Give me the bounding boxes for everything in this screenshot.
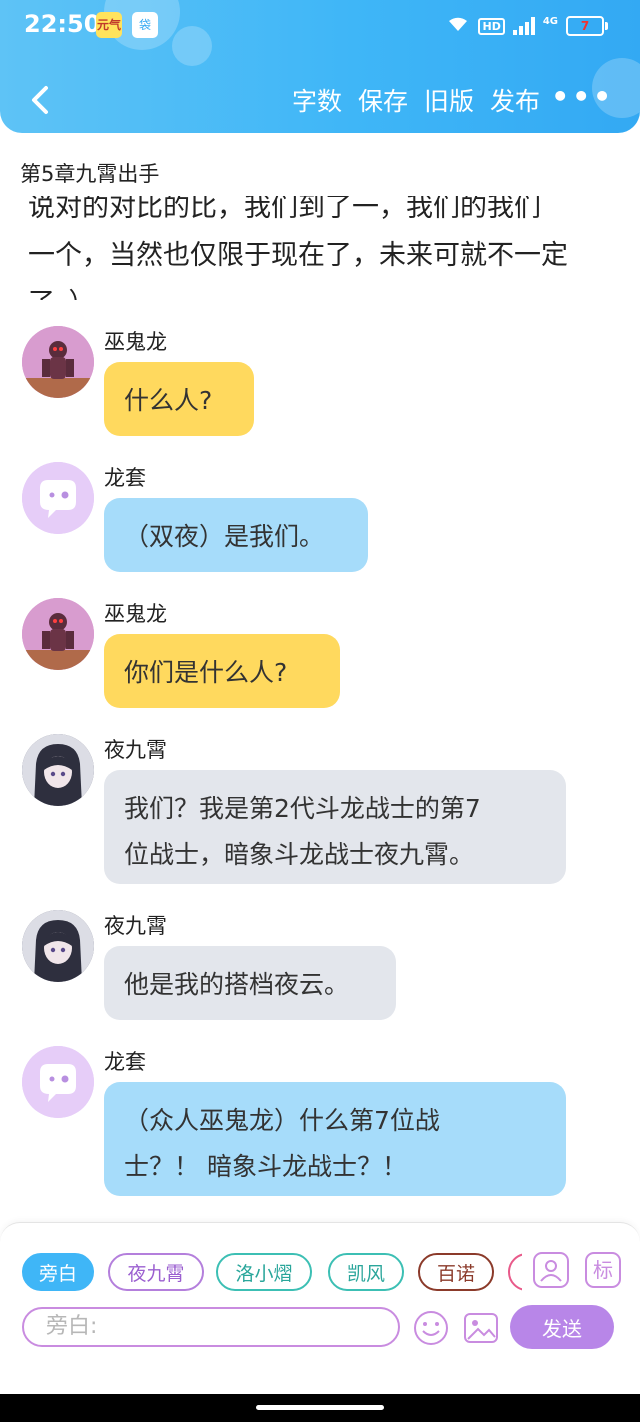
- sender-name: 夜九霄: [104, 738, 167, 762]
- narration-line: 一个，当然也仅限于现在了，未来可就不一定: [28, 240, 568, 271]
- word-count-button[interactable]: 字数: [292, 82, 342, 118]
- shopping-bag-icon: 袋: [132, 12, 158, 38]
- role-chips: 旁白 夜九霄 洛小熠 凯风 百诺: [22, 1253, 522, 1293]
- smiley-icon[interactable]: [412, 1309, 450, 1347]
- girl-avatar: [22, 734, 94, 806]
- status-time: 22:50: [24, 10, 101, 38]
- message-input[interactable]: 旁白:: [22, 1307, 400, 1347]
- chat-bubble-avatar: [22, 462, 94, 534]
- role-chip-luo-xiaoyi[interactable]: 洛小熠: [216, 1253, 312, 1291]
- send-button[interactable]: 发送: [510, 1305, 614, 1349]
- tag-button[interactable]: 标: [584, 1251, 622, 1289]
- publish-button[interactable]: 发布: [490, 82, 540, 118]
- signal-icon: [512, 17, 535, 35]
- sender-name: 巫鬼龙: [104, 602, 167, 626]
- top-header: 22:50 元气 袋 HD 4G 7 字数 保存 旧版 发布 •••: [0, 0, 640, 133]
- role-chip-kaifeng[interactable]: 凯风: [328, 1253, 404, 1291]
- narration-block: 说对的对比的比，我们到了一，我们的我们 一个，当然也仅限于现在了，未来可就不一定…: [0, 196, 640, 300]
- sender-name: 龙套: [104, 1050, 146, 1074]
- role-chip-bainuo[interactable]: 百诺: [418, 1253, 494, 1291]
- dragon-avatar: [22, 598, 94, 670]
- message-bubble: 我们？我是第2代斗龙战士的第7 位战士，暗象斗龙战士夜九霄。: [104, 770, 566, 884]
- message-line: 我们？我是第2代斗龙战士的第7: [124, 794, 481, 823]
- old-version-button[interactable]: 旧版: [424, 82, 474, 118]
- role-chip-partial[interactable]: [508, 1253, 522, 1291]
- narration-line: 了。）: [28, 280, 608, 300]
- system-navigation-bar: [0, 1394, 640, 1422]
- home-indicator[interactable]: [256, 1405, 384, 1410]
- role-chip-ye-jiuxiao[interactable]: 夜九霄: [108, 1253, 204, 1291]
- message-bubble: 什么人?: [104, 362, 254, 436]
- message-bubble: （双夜）是我们。: [104, 498, 368, 572]
- sender-name: 夜九霄: [104, 914, 167, 938]
- sender-name: 龙套: [104, 466, 146, 490]
- app-notification-icon: 元气: [96, 12, 122, 38]
- editor-toolbar: 字数 保存 旧版 发布 •••: [0, 70, 640, 130]
- role-chip-narration[interactable]: 旁白: [22, 1253, 94, 1291]
- message-line: 士？！ 暗象斗龙战士？！: [124, 1152, 407, 1181]
- dragon-avatar: [22, 326, 94, 398]
- tag-label: 标: [593, 1258, 613, 1282]
- person-add-icon[interactable]: [532, 1251, 570, 1289]
- battery-icon: 7: [566, 16, 608, 36]
- more-options-icon[interactable]: •••: [551, 80, 614, 113]
- narration-line-clipped: 说对的对比的比，我们到了一，我们的我们: [28, 196, 541, 223]
- hd-icon: HD: [478, 17, 505, 35]
- message-bubble: （众人巫鬼龙）什么第7位战 士？！ 暗象斗龙战士？！: [104, 1082, 566, 1196]
- status-bar: 22:50 元气 袋 HD 4G 7: [0, 0, 640, 52]
- network-type-label: 4G: [542, 15, 558, 27]
- message-bubble: 他是我的搭档夜云。: [104, 946, 396, 1020]
- girl-avatar: [22, 910, 94, 982]
- composer-panel: 旁白 夜九霄 洛小熠 凯风 百诺 标 旁白: 发送: [0, 1222, 640, 1395]
- message-bubble: 你们是什么人?: [104, 634, 340, 708]
- message-line: （众人巫鬼龙）什么第7位战: [124, 1106, 440, 1135]
- system-icons: HD 4G 7: [446, 14, 608, 38]
- message-line: 位战士，暗象斗龙战士夜九霄。: [124, 840, 475, 869]
- chat-bubble-avatar: [22, 1046, 94, 1118]
- chevron-left-icon[interactable]: [22, 80, 62, 120]
- wifi-icon: [446, 14, 470, 38]
- image-icon[interactable]: [462, 1309, 500, 1347]
- save-button[interactable]: 保存: [358, 82, 408, 118]
- sender-name: 巫鬼龙: [104, 330, 167, 354]
- chapter-title: 第5章九霄出手: [20, 162, 160, 186]
